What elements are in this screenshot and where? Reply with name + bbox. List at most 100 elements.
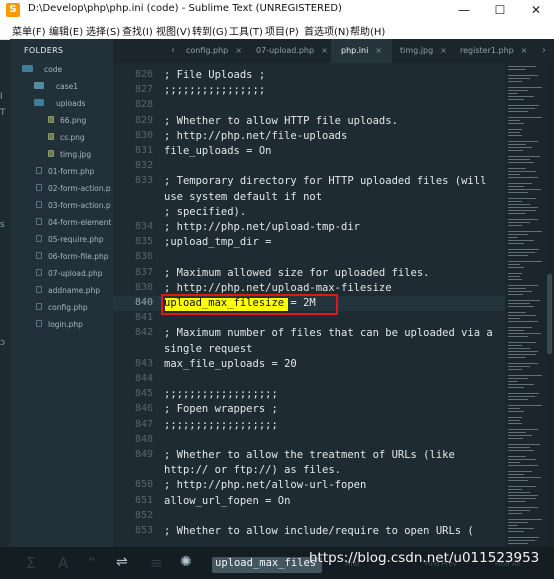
minimap-line: [508, 198, 536, 199]
line-number: 838: [134, 281, 153, 293]
minimap-line: [508, 123, 524, 124]
php-file-icon: [36, 320, 42, 327]
minimap-line: [508, 489, 522, 490]
minimap-line: [508, 387, 524, 388]
minimap-line: [508, 96, 534, 97]
highlight-matches-icon[interactable]: ✺: [180, 554, 192, 570]
tab-timg-jpg[interactable]: timg.jpg ×: [400, 39, 447, 63]
close-button[interactable]: ✕: [518, 0, 554, 20]
minimap-line: [508, 417, 522, 418]
minimap-line: [508, 336, 528, 337]
minimap-line: [508, 105, 539, 106]
tab-07-upload-php[interactable]: 07-upload.php ×: [256, 39, 328, 63]
menu-preferences[interactable]: 首选项(N): [304, 23, 349, 38]
minimap[interactable]: [505, 63, 545, 547]
tab-scroll-left-button[interactable]: ‹: [171, 39, 175, 63]
minimap-line: [508, 384, 534, 385]
minimap-line: [508, 354, 536, 355]
in-selection-icon[interactable]: ≡: [150, 554, 163, 572]
code-line: ; Fopen wrappers ;: [164, 403, 278, 416]
tab-scroll-right-button[interactable]: ›: [542, 39, 546, 63]
minimap-line: [508, 486, 536, 487]
minimap-line: [508, 510, 530, 511]
minimap-line: [508, 78, 530, 79]
folder-open-icon: [34, 99, 44, 106]
tab-close-icon[interactable]: ×: [235, 46, 242, 55]
minimap-line: [508, 69, 526, 70]
line-number: 845: [134, 388, 153, 400]
menu-help[interactable]: 帮助(H): [350, 23, 385, 38]
menu-find[interactable]: 查找(I): [122, 23, 153, 38]
menu-tools[interactable]: 工具(T): [229, 23, 263, 38]
minimap-line: [508, 204, 530, 205]
minimap-line: [508, 438, 523, 439]
minimap-line: [508, 513, 522, 514]
minimap-line: [508, 66, 536, 67]
line-number: 843: [134, 357, 153, 369]
image-file-icon: [48, 116, 54, 123]
line-number: 835: [134, 236, 153, 248]
maximize-button[interactable]: ☐: [482, 0, 518, 20]
regex-icon[interactable]: Σ: [26, 554, 35, 572]
vertical-scrollbar[interactable]: [545, 63, 554, 547]
minimap-line: [508, 240, 534, 241]
php-file-icon: [36, 218, 42, 225]
menu-view[interactable]: 视图(V): [156, 23, 191, 38]
menu-project[interactable]: 项目(P): [265, 23, 299, 38]
minimap-line: [508, 279, 522, 280]
minimap-line: [508, 267, 524, 268]
line-number: 853: [134, 525, 153, 536]
sidebar: FOLDERS code case1 uploads 66.png cs.png…: [10, 39, 113, 547]
menu-file[interactable]: 菜单(F): [12, 23, 46, 38]
line-number: 852: [134, 509, 153, 521]
minimap-line: [508, 174, 520, 175]
minimap-line: [508, 330, 524, 331]
minimap-line: [508, 207, 538, 208]
minimap-line: [508, 291, 532, 292]
menu-goto[interactable]: 转到(G): [192, 23, 228, 38]
code-line: ; Whether to allow include/require to op…: [164, 525, 474, 537]
tab-close-icon[interactable]: ×: [440, 46, 447, 55]
minimap-line: [508, 117, 542, 118]
minimap-line: [508, 378, 528, 379]
code-line: file_uploads = On: [164, 145, 272, 157]
line-number: 841: [134, 312, 153, 324]
minimize-button[interactable]: —: [446, 0, 482, 20]
minimap-line: [508, 255, 528, 256]
minimap-line: [508, 87, 542, 88]
php-file-icon: [36, 252, 42, 259]
code-line: allow_url_fopen = On: [164, 494, 291, 507]
minimap-line: [508, 435, 532, 436]
folder-icon: [34, 82, 44, 89]
scrollbar-thumb[interactable]: [547, 274, 552, 354]
minimap-line: [508, 213, 526, 214]
whole-word-icon[interactable]: “: [88, 554, 96, 572]
code-line: max_file_uploads = 20: [164, 357, 297, 370]
minimap-line: [508, 81, 522, 82]
code-editor[interactable]: 826 ; File Uploads ; 827;;;;;;;;;;;;;;;; 82…: [113, 63, 505, 547]
tab-config-php[interactable]: config.php ×: [186, 39, 242, 63]
tab-close-icon[interactable]: ×: [521, 46, 528, 55]
menu-edit[interactable]: 编辑(E): [49, 23, 83, 38]
tab-register1-php[interactable]: register1.php ×: [460, 39, 527, 63]
image-file-icon: [48, 133, 54, 140]
minimap-line: [508, 423, 522, 424]
tab-close-icon[interactable]: ×: [321, 46, 328, 55]
minimap-line: [508, 312, 526, 313]
line-number: 851: [134, 494, 153, 506]
tab-php-ini[interactable]: php.ini ×: [331, 39, 392, 63]
menu-select[interactable]: 选择(S): [86, 23, 120, 38]
minimap-line: [508, 234, 528, 235]
minimap-line: [508, 159, 530, 160]
case-sensitive-icon[interactable]: A: [58, 554, 68, 572]
minimap-line: [508, 192, 528, 193]
minimap-line: [508, 375, 542, 376]
minimap-line: [508, 411, 524, 412]
minimap-line: [508, 519, 542, 520]
minimap-line: [508, 219, 538, 220]
minimap-line: [508, 306, 534, 307]
wrap-icon[interactable]: ⇌: [116, 554, 128, 570]
code-line: ; http://php.net/file-uploads: [164, 129, 348, 142]
minimap-line: [508, 90, 528, 91]
tab-close-icon[interactable]: ×: [375, 46, 382, 55]
